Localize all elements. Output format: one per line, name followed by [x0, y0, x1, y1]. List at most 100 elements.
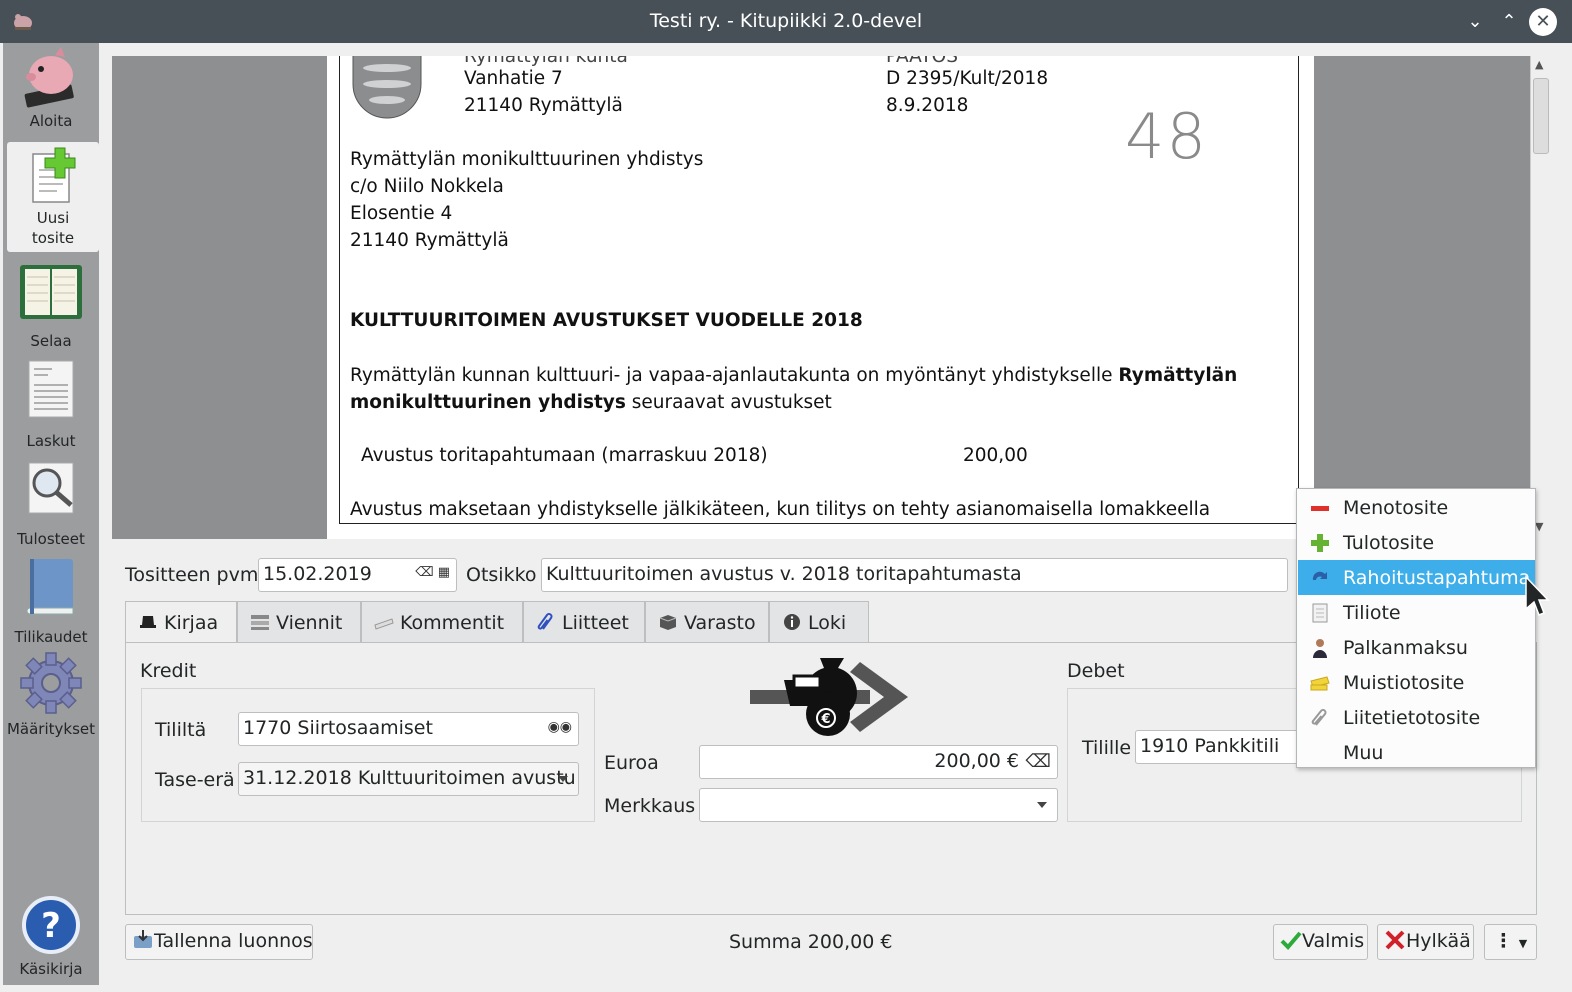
tilille-label: Tilille	[1082, 737, 1132, 759]
tab-kommentit[interactable]: Kommentit	[361, 601, 523, 643]
sidebar-item-tilikaudet[interactable]: Tilikaudet	[3, 555, 99, 646]
main-sidebar: Aloita Uusi tosite Selaa Laskut Tulostee…	[3, 43, 99, 985]
sidebar-label-laskut: Laskut	[26, 432, 76, 450]
print-preview-icon	[28, 462, 74, 514]
tab-kommentit-label: Kommentit	[400, 612, 505, 634]
menu-label-muistiotosite: Muistiotosite	[1343, 672, 1465, 694]
menu-item-menotosite[interactable]: Menotosite	[1298, 490, 1535, 525]
tase-dropdown-icon[interactable]	[558, 776, 568, 782]
menu-item-muu[interactable]: Muu	[1298, 735, 1535, 770]
summa-text: Summa 200,00 €	[729, 931, 893, 953]
debet-label: Debet	[1067, 660, 1125, 682]
scrollbar-thumb[interactable]	[1533, 78, 1549, 154]
tab-varasto-label: Varasto	[684, 612, 756, 634]
sidebar-label-aloita: Aloita	[29, 112, 73, 130]
menu-item-liitetietotosite[interactable]: Liitetietotosite	[1298, 700, 1535, 735]
document-page: Rymättylän kunta PÄÄTÖS Vanhatie 7 21140…	[327, 56, 1314, 539]
statement-icon	[1312, 603, 1328, 623]
menu-item-muistiotosite[interactable]: Muistiotosite	[1298, 665, 1535, 700]
cross-icon	[1385, 930, 1405, 950]
paperclip-icon	[537, 613, 553, 630]
euroa-clear-icon[interactable]: ⌫	[1026, 751, 1051, 772]
preview-scrollbar[interactable]: ▲ ▼	[1530, 56, 1550, 539]
euroa-field[interactable]: 200,00 € ⌫	[699, 745, 1058, 779]
menu-label-liitetietotosite: Liitetietotosite	[1343, 707, 1481, 729]
tab-viennit[interactable]: Viennit	[237, 601, 361, 643]
doc-grant-amount: 200,00	[963, 445, 1028, 466]
tab-kirjaa-label: Kirjaa	[164, 612, 219, 634]
tase-value: 31.12.2018 Kulttuuritoimen avustu	[243, 767, 576, 789]
window-title: Testi ry. - Kitupiikki 2.0-devel	[649, 10, 923, 32]
sidebar-item-laskut[interactable]: Laskut	[3, 359, 99, 450]
voucher-type-menu: Menotosite Tulotosite Rahoitustapahtuma …	[1296, 488, 1536, 768]
save-icon	[134, 930, 152, 948]
menu-item-tulotosite[interactable]: Tulotosite	[1298, 525, 1535, 560]
close-button[interactable]: ✕	[1529, 8, 1557, 36]
sidebar-item-tulosteet[interactable]: Tulosteet	[3, 457, 99, 548]
date-value: 15.02.2019	[263, 563, 372, 585]
euroa-value: 200,00 €	[934, 750, 1019, 772]
sidebar-item-uusi-tosite[interactable]: Uusi tosite	[7, 142, 99, 252]
more-options-button[interactable]: ⋮ ▼	[1484, 924, 1537, 960]
date-label: Tositteen pvm	[125, 564, 259, 586]
tab-loki[interactable]: Loki	[769, 601, 869, 643]
info-icon	[784, 614, 800, 630]
date-field[interactable]: 15.02.2019 ⌫ ▦	[258, 558, 457, 592]
tab-varasto[interactable]: Varasto	[645, 601, 769, 643]
tab-loki-label: Loki	[808, 612, 847, 634]
tililta-field[interactable]: 1770 Siirtosaamiset ◉◉	[238, 712, 579, 746]
dropdown-arrow-icon: ▼	[1518, 937, 1528, 950]
mouse-cursor-icon	[1525, 575, 1550, 616]
save-draft-label: Tallenna luonnos	[154, 930, 313, 952]
doc-recipient-line1: Rymättylän monikulttuurinen yhdistys	[350, 149, 704, 170]
doc-body-bold2: monikulttuurinen yhdistys	[350, 392, 626, 413]
binoculars-icon[interactable]: ◉◉	[548, 719, 572, 735]
sidebar-item-selaa[interactable]: Selaa	[3, 263, 99, 353]
menu-label-palkanmaksu: Palkanmaksu	[1343, 637, 1468, 659]
tab-kirjaa[interactable]: Kirjaa	[125, 601, 237, 644]
doc-decision-number: D 2395/Kult/2018	[886, 68, 1049, 89]
menu-item-rahoitustapahtuma[interactable]: Rahoitustapahtuma	[1298, 560, 1535, 595]
sidebar-label-tosite: tosite	[31, 229, 75, 247]
doc-decision-clipped: PÄÄTÖS	[886, 56, 958, 67]
sidebar-label-maaritykset: Määritykset	[6, 720, 96, 738]
save-draft-button[interactable]: Tallenna luonnos	[125, 924, 313, 960]
kredit-label: Kredit	[140, 660, 197, 682]
sidebar-label-tulosteet: Tulosteet	[17, 530, 85, 548]
help-icon: ?	[22, 896, 80, 954]
title-field[interactable]: Kulttuuritoimen avustus v. 2018 toritapa…	[541, 558, 1288, 592]
doc-sender-street: Vanhatie 7	[464, 68, 563, 89]
municipality-crest-icon	[352, 56, 422, 119]
valmis-button[interactable]: Valmis	[1273, 924, 1368, 960]
title-value: Kulttuuritoimen avustus v. 2018 toritapa…	[546, 563, 1022, 585]
sidebar-item-kasikirja[interactable]: ? Käsikirja	[3, 895, 99, 983]
scroll-down-icon[interactable]: ▼	[1535, 520, 1543, 533]
sidebar-item-aloita[interactable]: Aloita	[3, 45, 99, 137]
sidebar-item-maaritykset[interactable]: Määritykset	[3, 651, 99, 741]
scroll-up-icon[interactable]: ▲	[1535, 58, 1543, 71]
date-clear-icon[interactable]: ⌫ ▦	[415, 565, 450, 580]
minimize-button[interactable]: ⌄	[1461, 8, 1489, 36]
comment-icon	[374, 618, 394, 630]
maximize-button[interactable]: ⌃	[1495, 8, 1523, 36]
doc-body-line1: Rymättylän kunnan kulttuuri- ja vapaa-aj…	[350, 365, 1237, 386]
menu-label-rahoitustapahtuma: Rahoitustapahtuma	[1343, 567, 1531, 589]
sidebar-label-selaa: Selaa	[30, 332, 72, 350]
book-icon	[26, 559, 74, 615]
menu-item-palkanmaksu[interactable]: Palkanmaksu	[1298, 630, 1535, 665]
doc-payment-note: Avustus maksetaan yhdistykselle jälkikät…	[350, 499, 1211, 520]
menu-item-tiliote[interactable]: Tiliote	[1298, 595, 1535, 630]
merkkaus-combo[interactable]	[699, 788, 1058, 822]
attachment-icon	[1311, 709, 1327, 726]
doc-heading: KULTTUURITOIMEN AVUSTUKSET VUODELLE 2018	[350, 310, 863, 331]
new-document-icon	[32, 147, 76, 203]
tase-combo[interactable]: 31.12.2018 Kulttuuritoimen avustu	[238, 762, 579, 796]
tililta-value: 1770 Siirtosaamiset	[243, 717, 433, 739]
window-titlebar: Testi ry. - Kitupiikki 2.0-devel ⌄ ⌃ ✕	[0, 0, 1572, 43]
tab-liitteet[interactable]: Liitteet	[523, 601, 645, 643]
hylkaa-button[interactable]: Hylkää	[1377, 924, 1474, 960]
transfer-money-icon: €	[750, 658, 908, 736]
svg-text:?: ?	[41, 906, 61, 946]
merkkaus-dropdown-icon[interactable]	[1037, 802, 1047, 808]
memo-icon	[1310, 676, 1330, 691]
